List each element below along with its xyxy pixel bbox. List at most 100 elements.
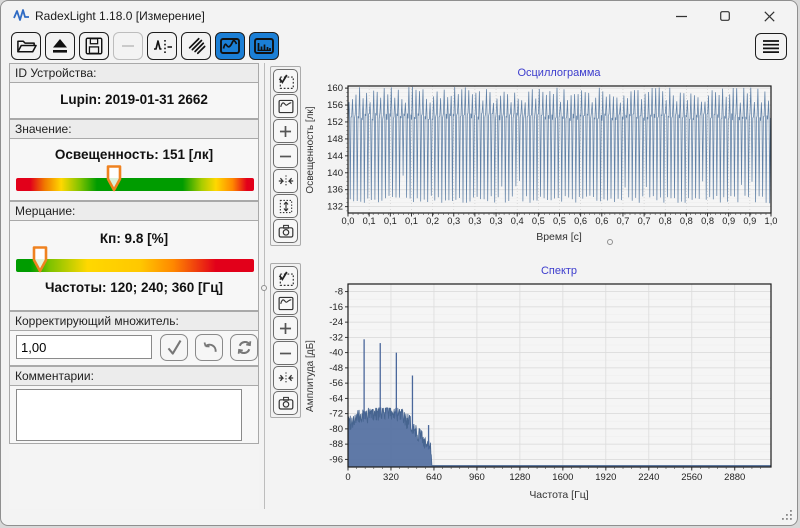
comments-header: Комментарии: [9,366,259,386]
reset-multiplier-button[interactable] [230,334,258,361]
autoscale-button[interactable] [273,291,298,315]
autoscale-curve-icon [278,296,293,310]
oscillogram-plot[interactable]: 160 156 152 148 144 140 136 132 0,0 0,1 0,1 0,1 0,2 0… [327,83,777,226]
svg-text:320: 320 [383,472,399,483]
multiplier-header: Корректирующий множитель: [9,311,259,331]
svg-text:-48: -48 [329,363,343,374]
svg-text:136: 136 [327,185,343,196]
oscillogram-toolbar [270,66,301,246]
menu-button[interactable] [755,33,787,60]
camera-icon [278,396,293,410]
svg-text:-72: -72 [329,409,343,420]
measure-button[interactable] [147,32,177,60]
hamburger-icon [763,40,779,53]
device-id-header: ID Устройства: [9,63,259,83]
zoom-out-icon [279,155,292,157]
svg-text:0: 0 [345,472,350,483]
comments-textarea[interactable] [16,389,242,441]
svg-text:-32: -32 [329,332,343,343]
select-region-icon [278,74,294,89]
select-region-icon [278,271,294,286]
app-window: RadexLight 1.18.0 [Измерение] ID Устройс… [0,0,798,526]
oscillogram-chart[interactable]: Осциллограмма 160 156 152 148 144 140 136 132 0,… [303,63,795,253]
flicker-header: Мерцание: [9,201,259,221]
illuminance-marker[interactable] [106,165,122,192]
svg-text:0,9: 0,9 [722,216,735,226]
svg-text:640: 640 [426,472,442,483]
spectrum-view-button[interactable] [249,32,279,60]
resize-grip-icon[interactable] [781,509,793,521]
undo-arrow-icon [203,342,217,352]
svg-text:-24: -24 [329,317,343,328]
folder-open-icon [16,40,37,53]
svg-text:0,0: 0,0 [342,216,355,226]
fit-vertical-button[interactable] [273,194,298,218]
window-title: RadexLight 1.18.0 [Измерение] [35,9,205,23]
fit-horizontal-button[interactable] [273,366,298,390]
svg-text:1920: 1920 [595,472,616,483]
svg-text:-80: -80 [329,424,343,435]
spectrum-ylabel: Амплитуда [дБ] [305,340,316,412]
svg-text:0,8: 0,8 [680,216,693,226]
remove-button [113,32,143,60]
save-button[interactable] [79,32,109,60]
svg-text:160: 160 [327,83,343,94]
svg-text:0,1: 0,1 [405,216,418,226]
svg-text:2560: 2560 [681,472,702,483]
svg-text:0,7: 0,7 [616,216,629,226]
autoscale-button[interactable] [273,94,298,118]
eject-button[interactable] [45,32,75,60]
spectrum-xlabel: Частота [Гц] [529,489,588,501]
maximize-icon[interactable] [703,1,747,31]
svg-text:1,0: 1,0 [765,216,778,226]
svg-text:156: 156 [327,100,343,111]
svg-text:0,9: 0,9 [743,216,756,226]
undo-multiplier-button[interactable] [195,334,223,361]
oscillogram-xlabel: Время [с] [536,231,582,243]
spectrum-chart[interactable]: Спектр -8-16-24-32-40-48-56-64-72-80-88-… [303,256,795,506]
check-icon [167,340,181,355]
zoom-in-button[interactable] [273,316,298,340]
select-region-button[interactable] [273,266,298,290]
spectrum-plot[interactable]: -8 -16 -24 -32 -40 -48 -56 -64 -72 -80 -88 -960 320 6… [329,283,772,483]
flicker-marker[interactable] [32,246,48,273]
eject-icon [53,38,67,53]
panel-splitter-handle[interactable] [261,285,267,291]
svg-text:140: 140 [327,168,343,179]
main-toolbar [11,32,279,60]
svg-text:-40: -40 [329,348,343,359]
snapshot-button[interactable] [273,219,298,243]
svg-text:0,6: 0,6 [595,216,608,226]
open-button[interactable] [11,32,41,60]
fit-horizontal-icon [278,175,293,187]
zoom-in-button[interactable] [273,119,298,143]
svg-text:0,5: 0,5 [553,216,566,226]
zoom-out-button[interactable] [273,341,298,365]
zoom-in-icon [279,125,292,137]
illuminance-value: Освещенность: 151 [лк] [54,147,214,162]
svg-text:0,3: 0,3 [468,216,481,226]
pulse-dashed-icon [153,40,172,54]
multiplier-input[interactable] [16,335,152,359]
svg-text:0,4: 0,4 [511,216,524,226]
snapshot-button[interactable] [273,391,298,415]
camera-icon [278,224,293,238]
close-icon[interactable] [747,1,791,31]
spectrum-title: Спектр [541,265,577,277]
light-rays-icon [188,37,206,55]
spectrum-bars-icon [254,38,274,54]
fit-horizontal-button[interactable] [273,169,298,193]
oscillogram-icon [220,38,240,54]
minimize-icon[interactable] [659,1,703,31]
svg-text:0,3: 0,3 [490,216,503,226]
flicker-button[interactable] [181,32,211,60]
svg-text:-16: -16 [329,302,343,313]
left-panel: ID Устройства: Lupin: 2019-01-31 2662 Зн… [9,63,259,509]
select-region-button[interactable] [273,69,298,93]
apply-multiplier-button[interactable] [160,334,188,361]
oscillogram-view-button[interactable] [215,32,245,60]
zoom-in-icon [279,322,292,334]
svg-text:0,7: 0,7 [638,216,651,226]
svg-text:0,5: 0,5 [532,216,545,226]
zoom-out-button[interactable] [273,144,298,168]
